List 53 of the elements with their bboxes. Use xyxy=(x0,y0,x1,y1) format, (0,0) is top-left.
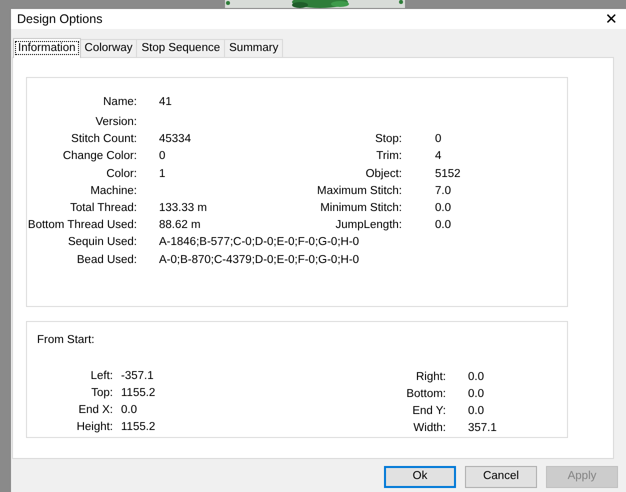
tab[interactable]: Summary xyxy=(224,39,284,57)
field-label: Name: xyxy=(102,94,137,110)
field-label: Machine: xyxy=(89,184,137,199)
field-label: Bottom: xyxy=(405,387,446,402)
close-button[interactable]: ✕ xyxy=(597,12,626,26)
field-label: Bottom Thread Used: xyxy=(27,218,137,234)
field-value: 88.62 m xyxy=(158,218,202,234)
dialog-button[interactable]: Ok xyxy=(384,466,456,488)
field-label: Stop: xyxy=(374,132,402,148)
window-title: Design Options xyxy=(17,10,102,28)
field-label: Left: xyxy=(90,369,113,384)
field-value: 0.0 xyxy=(467,404,485,420)
field-label: Object: xyxy=(364,166,402,182)
field-value: 0.0 xyxy=(434,200,452,216)
field-value: 5152 xyxy=(434,166,462,182)
field-value: -357.1 xyxy=(120,369,155,384)
field-label: Right: xyxy=(414,370,446,386)
field-label: Minimum Stitch: xyxy=(319,200,402,216)
field-value: 41 xyxy=(158,94,173,110)
dialog-button[interactable]: Cancel xyxy=(465,466,537,488)
field-label: Version: xyxy=(94,115,137,130)
field-value: 0 xyxy=(434,132,442,148)
field-label: Change Color: xyxy=(62,149,137,164)
field-label: Maximum Stitch: xyxy=(316,184,402,199)
field-value: 0.0 xyxy=(467,387,485,402)
field-value: 7.0 xyxy=(434,184,452,199)
field-label: End X: xyxy=(77,403,113,418)
field-label: Trim: xyxy=(375,149,402,164)
field-value: 0.0 xyxy=(120,403,138,418)
field-value: 1155.2 xyxy=(120,420,156,436)
field-label: End Y: xyxy=(411,404,446,420)
field-value: 4 xyxy=(434,149,442,164)
field-value: 0.0 xyxy=(434,218,452,234)
field-value: 357.1 xyxy=(467,421,498,436)
field-value: 0 xyxy=(158,149,166,164)
field-label: Color: xyxy=(105,166,137,182)
section-title: From Start: xyxy=(37,333,96,348)
field-label: Height: xyxy=(76,420,113,436)
field-label: Sequin Used: xyxy=(66,235,137,250)
field-label: Width: xyxy=(412,421,446,436)
field-label: Bead Used: xyxy=(76,252,137,268)
field-value: 1 xyxy=(158,166,166,182)
field-label: JumpLength: xyxy=(334,218,402,234)
tab[interactable]: Information xyxy=(13,38,81,58)
field-value: 133.33 m xyxy=(158,200,208,216)
field-label: Top: xyxy=(90,386,113,402)
field-label: Total Thread: xyxy=(69,200,137,216)
field-value: A-1846;B-577;C-0;D-0;E-0;F-0;G-0;H-0 xyxy=(158,235,360,250)
field-value: 1155.2 xyxy=(120,386,156,402)
field-label: Stitch Count: xyxy=(70,132,137,148)
field-value: 0.0 xyxy=(467,370,485,386)
field-value: 45334 xyxy=(158,132,192,148)
field-value: A-0;B-870;C-4379;D-0;E-0;F-0;G-0;H-0 xyxy=(158,252,360,268)
